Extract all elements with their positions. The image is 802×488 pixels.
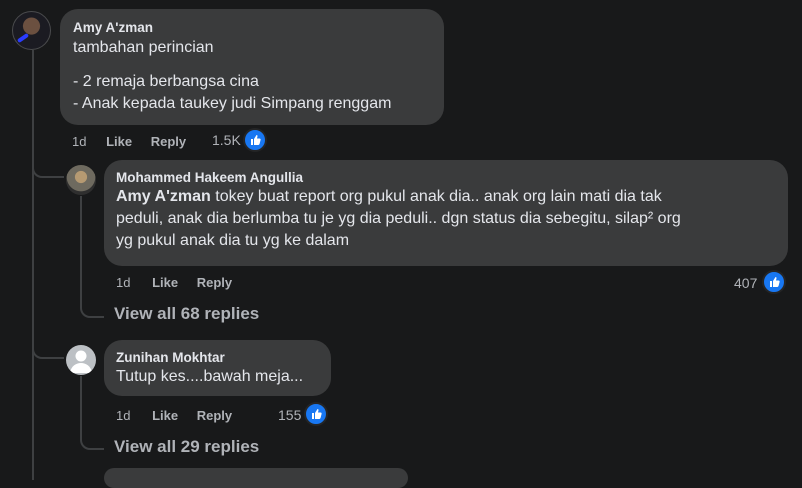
thread-line-reply-2 [80, 376, 82, 432]
comment-actions: 1d Like Reply [116, 408, 232, 423]
comment-author[interactable]: Mohammed Hakeem Angullia [116, 170, 776, 185]
comment-author[interactable]: Zunihan Mokhtar [116, 350, 319, 365]
comment-text: Tutup kes....bawah meja... [116, 368, 304, 385]
comment-author[interactable]: Amy A'zman [73, 20, 431, 35]
reply-button[interactable]: Reply [151, 134, 186, 149]
comment-time[interactable]: 1d [72, 134, 86, 149]
like-count[interactable]: 155 [278, 407, 301, 423]
like-reaction-icon [762, 270, 786, 294]
comment-bubble-mohammed: Mohammed Hakeem Angullia Amy A'zman toke… [104, 160, 788, 266]
view-all-connector-2 [80, 428, 104, 450]
like-count[interactable]: 1.5K [212, 132, 241, 148]
thread-line-main [32, 50, 34, 480]
thread-line-reply-1 [80, 196, 82, 300]
like-button[interactable]: Like [152, 275, 178, 290]
thread-connector-reply-1 [32, 150, 64, 178]
avatar-amy-azman[interactable] [12, 11, 51, 50]
mention-link[interactable]: Amy A'zman [116, 188, 211, 205]
like-button[interactable]: Like [152, 408, 178, 423]
view-all-replies-link[interactable]: View all 29 replies [114, 437, 259, 457]
comment-line: - Anak kepada taukey judi Simpang rengga… [73, 95, 392, 112]
like-count[interactable]: 407 [734, 275, 757, 291]
avatar-mohammed-hakeem[interactable] [66, 165, 96, 195]
comment-body: Amy A'zman tokey buat report org pukul a… [116, 186, 776, 252]
comment-actions: 1d Like Reply [116, 275, 232, 290]
default-avatar-icon [70, 350, 92, 373]
comment-line: - 2 remaja berbangsa cina [73, 73, 259, 90]
avatar-zunihan-mokhtar[interactable] [66, 345, 96, 375]
comment-time[interactable]: 1d [116, 408, 130, 423]
like-reaction-icon [304, 402, 328, 426]
comment-bubble-amy: Amy A'zman tambahan perincian - 2 remaja… [60, 9, 444, 125]
comment-line: tambahan perincian [73, 39, 214, 56]
view-all-replies-link[interactable]: View all 68 replies [114, 304, 259, 324]
comment-time[interactable]: 1d [116, 275, 130, 290]
comment-bubble-zunihan: Zunihan Mokhtar Tutup kes....bawah meja.… [104, 340, 331, 396]
avatar-accent [16, 32, 30, 44]
reply-button[interactable]: Reply [197, 275, 232, 290]
comment-actions: 1d Like Reply [72, 134, 186, 149]
next-comment-bubble-partial [104, 468, 408, 488]
thread-connector-reply-2 [32, 335, 64, 359]
like-button[interactable]: Like [106, 134, 132, 149]
like-reaction-icon [243, 128, 267, 152]
comment-line [73, 59, 431, 71]
reply-button[interactable]: Reply [197, 408, 232, 423]
view-all-connector-1 [80, 296, 104, 318]
